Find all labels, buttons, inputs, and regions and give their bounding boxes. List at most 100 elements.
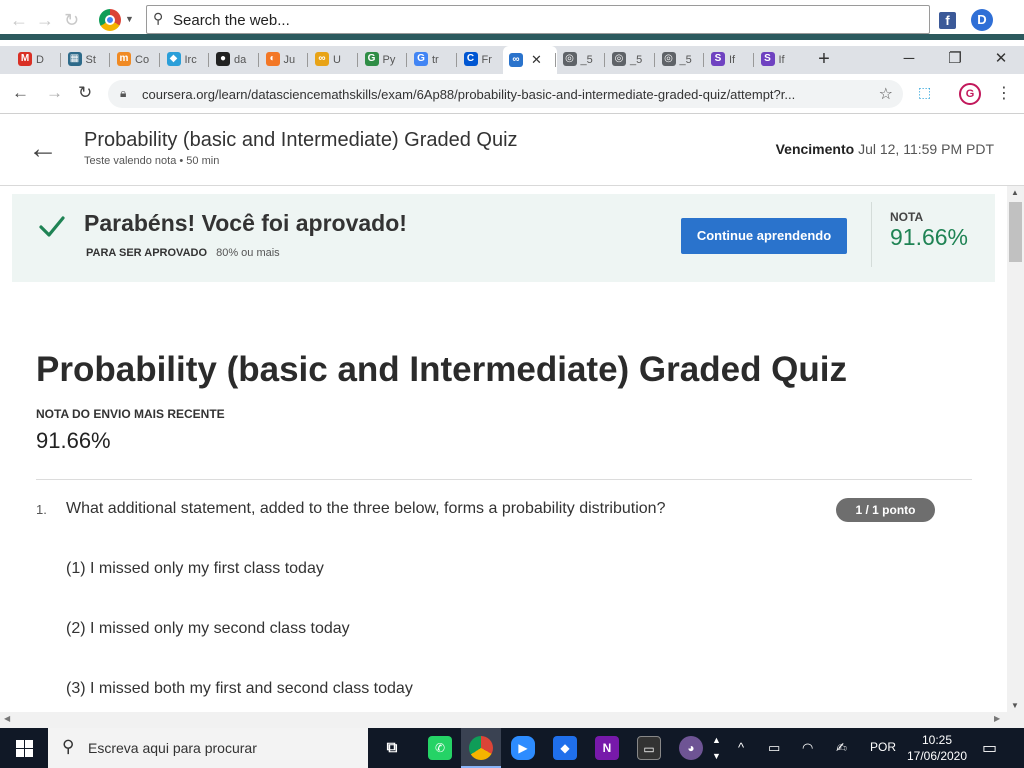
back-icon[interactable]: ← bbox=[10, 10, 28, 31]
gmail-icon: M bbox=[18, 52, 32, 67]
scroll-up-icon[interactable]: ▲ bbox=[1011, 188, 1019, 197]
browser-tab[interactable]: C Fr bbox=[458, 46, 504, 74]
tab-label: _5 bbox=[630, 54, 643, 66]
scroll-right-icon[interactable]: ▶ bbox=[994, 714, 1000, 723]
chrome-icon[interactable] bbox=[99, 9, 121, 31]
chevron-down-icon[interactable]: ▼ bbox=[125, 14, 134, 24]
tab-label: If bbox=[778, 54, 785, 66]
clock-time: 10:25 bbox=[921, 733, 953, 747]
reload-button[interactable]: ↻ bbox=[78, 83, 92, 103]
tab-label: Co bbox=[135, 54, 150, 66]
page-header: ← Probability (basic and Intermediate) G… bbox=[0, 114, 1024, 186]
task-view-icon[interactable]: ⧉ bbox=[380, 736, 404, 760]
browser-menu-icon[interactable]: ⋮ bbox=[996, 83, 1012, 103]
browser-tab[interactable]: Gtr bbox=[408, 46, 454, 74]
github-desktop-icon[interactable]: ◕ bbox=[679, 736, 703, 760]
vertical-scrollbar[interactable]: ▲ ▼ bbox=[1007, 186, 1024, 712]
tab-separator bbox=[752, 53, 754, 67]
battery-icon[interactable]: ▭ bbox=[768, 740, 780, 756]
browser-tab[interactable]: ∞ ✕ bbox=[503, 46, 557, 74]
windows-start-icon[interactable] bbox=[0, 728, 48, 768]
address-bar: ← → ↻ 🔒︎ coursera.org/learn/datasciencem… bbox=[0, 74, 1024, 114]
browser-tab[interactable]: G Py bbox=[359, 46, 405, 74]
pen-icon[interactable]: ✍ bbox=[836, 740, 847, 756]
clock[interactable]: 10:25 17/06/2020 bbox=[905, 732, 969, 764]
url-field[interactable]: 🔒︎ coursera.org/learn/datasciencemathski… bbox=[108, 80, 903, 108]
tab-label: da bbox=[234, 54, 247, 66]
browser-tab[interactable]: ▦ St bbox=[62, 46, 108, 74]
forward-icon[interactable]: → bbox=[36, 10, 54, 31]
scroll-down-icon[interactable]: ▼ bbox=[1011, 701, 1019, 710]
maximize-button[interactable]: ❐ bbox=[932, 46, 978, 74]
horizontal-scrollbar[interactable]: ◀ ▶ bbox=[0, 712, 1024, 728]
question-option: (1) I missed only my first class today bbox=[66, 560, 324, 577]
grade-value: 91.66% bbox=[890, 224, 969, 250]
continue-learning-button[interactable]: Continue aprendendo bbox=[681, 218, 847, 254]
sourcetree-icon[interactable]: ◆ bbox=[553, 736, 577, 760]
browser-tab[interactable]: S If bbox=[755, 46, 801, 74]
browser-tab[interactable]: ◎ _5 bbox=[606, 46, 652, 74]
terminal-icon[interactable]: ▭ bbox=[637, 736, 661, 760]
chrome-icon[interactable] bbox=[469, 736, 493, 760]
taskbar-search-placeholder: Escreva aqui para procurar bbox=[88, 740, 257, 756]
due-date: Vencimento Jul 12, 11:59 PM PDT bbox=[776, 141, 994, 157]
notification-icon[interactable]: ▭ bbox=[982, 738, 997, 758]
forward-button[interactable]: → bbox=[46, 83, 63, 103]
whatsapp-icon[interactable]: ✆ bbox=[428, 736, 452, 760]
browser-tab[interactable]: ◎ _5 bbox=[557, 46, 603, 74]
lock-icon[interactable]: 🔒︎ bbox=[120, 86, 126, 101]
bookmark-star-icon[interactable]: ☆ bbox=[879, 84, 893, 104]
globe-icon: ◎ bbox=[661, 52, 676, 67]
browser-tab[interactable]: m Co bbox=[111, 46, 157, 74]
shield-icon: ◆ bbox=[166, 52, 181, 67]
browser-tab[interactable]: ◎ _5 bbox=[656, 46, 702, 74]
tab-separator bbox=[455, 53, 457, 67]
due-label: Vencimento bbox=[775, 141, 855, 157]
divider bbox=[36, 479, 972, 480]
facebook-icon[interactable]: f bbox=[939, 12, 956, 29]
browser-tab[interactable]: S If bbox=[705, 46, 751, 74]
question-text: What additional statement, added to the … bbox=[66, 500, 666, 517]
taskbar-search-input[interactable]: ⚲ Escreva aqui para procurar bbox=[48, 728, 368, 768]
back-arrow-icon[interactable]: ← bbox=[28, 134, 58, 164]
tab-separator bbox=[257, 53, 259, 67]
web-search-input[interactable]: ⚲ Search the web... bbox=[146, 5, 930, 34]
quiz-title: Probability (basic and Intermediate) Gra… bbox=[84, 129, 518, 151]
back-button[interactable]: ← bbox=[12, 83, 29, 103]
tray-scroll-icon[interactable]: ▲ ▼ bbox=[712, 732, 721, 764]
close-tab-icon[interactable]: ✕ bbox=[531, 52, 542, 67]
taskbar: ⚲ Escreva aqui para procurar ⧉ ✆ ▶ ◆ N ▭… bbox=[0, 728, 1024, 768]
show-hidden-icons[interactable]: ^ bbox=[738, 740, 744, 755]
browser-tab[interactable]: MD bbox=[12, 46, 58, 74]
zoom-icon[interactable]: ▶ bbox=[511, 736, 535, 760]
browser-tab[interactable]: ◐ Ju bbox=[260, 46, 306, 74]
tab-separator bbox=[604, 53, 605, 67]
browser-tab[interactable]: ● da bbox=[210, 46, 256, 74]
browser-tab[interactable]: ◆ Irc bbox=[161, 46, 207, 74]
top-search-strip: ← → ↻ ▼ ⚲ Search the web... f D bbox=[0, 0, 1024, 40]
page-title: Probability (basic and Intermediate) Gra… bbox=[36, 350, 847, 389]
refresh-icon[interactable]: ↻ bbox=[64, 10, 79, 31]
browser-tab[interactable]: ∞ U bbox=[309, 46, 355, 74]
tab-label: U bbox=[333, 54, 341, 66]
d-extension-icon[interactable]: D bbox=[971, 9, 993, 31]
profile-avatar[interactable]: G bbox=[959, 83, 981, 105]
question-number: 1. bbox=[36, 502, 47, 517]
scrollbar-thumb[interactable] bbox=[1009, 202, 1022, 262]
close-window-button[interactable]: ✕ bbox=[978, 46, 1024, 74]
tab-separator bbox=[307, 53, 308, 67]
pass-title: Parabéns! Você foi aprovado! bbox=[84, 210, 407, 236]
recent-grade-value: 91.66% bbox=[36, 428, 111, 453]
moodle-icon: m bbox=[117, 52, 131, 67]
language-indicator[interactable]: POR bbox=[870, 740, 896, 754]
wifi-icon[interactable]: ◠ bbox=[802, 740, 813, 756]
scroll-left-icon[interactable]: ◀ bbox=[4, 714, 10, 723]
onenote-icon[interactable]: N bbox=[595, 736, 619, 760]
new-tab-button[interactable]: + bbox=[814, 46, 834, 74]
extension-icon[interactable]: ⬚ bbox=[918, 84, 931, 101]
search-icon: ⚲ bbox=[153, 10, 164, 26]
quiz-subtitle: Teste valendo nota • 50 min bbox=[84, 155, 220, 167]
minimize-button[interactable]: ─ bbox=[886, 46, 932, 74]
tab-label: Irc bbox=[184, 54, 197, 66]
globe-icon: ◎ bbox=[562, 52, 577, 67]
